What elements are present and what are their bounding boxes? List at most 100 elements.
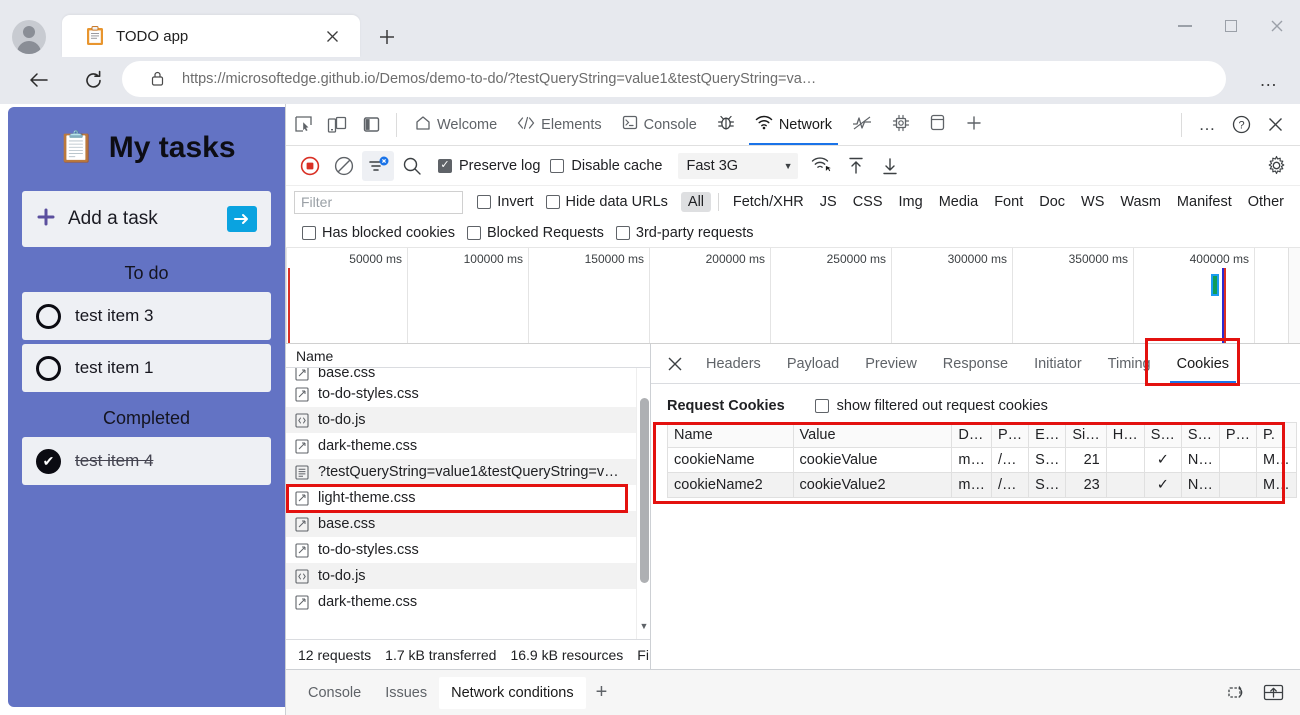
tab-application[interactable] <box>920 104 955 145</box>
table-row[interactable]: cookieName2 cookieValue2 m… /… S… 23 ✓ N… <box>667 472 1297 498</box>
help-icon[interactable]: ? <box>1226 111 1256 139</box>
close-icon[interactable] <box>320 24 344 48</box>
address-bar[interactable]: https://microsoftedge.github.io/Demos/de… <box>122 61 1226 97</box>
tab-performance[interactable] <box>842 104 882 145</box>
col-size[interactable]: Si… <box>1065 422 1107 448</box>
record-stop-icon[interactable] <box>294 151 326 181</box>
filter-type-ws[interactable]: WS <box>1074 192 1111 212</box>
table-row[interactable]: to-do.js <box>286 563 650 589</box>
more-options-icon[interactable]: … <box>1192 111 1222 139</box>
filter-type-fetch-xhr[interactable]: Fetch/XHR <box>726 192 811 212</box>
blocked-requests-checkbox[interactable]: Blocked Requests <box>467 225 604 241</box>
browser-more-icon[interactable]: … <box>1254 68 1284 92</box>
show-filtered-cookies-checkbox[interactable]: show filtered out request cookies <box>814 398 1048 414</box>
drawer-tab-network-conditions[interactable]: Network conditions <box>439 676 586 709</box>
gear-icon[interactable] <box>1260 151 1292 181</box>
reload-icon[interactable] <box>76 63 110 97</box>
table-row[interactable]: base.css <box>286 511 650 537</box>
col-value[interactable]: Value <box>792 422 953 448</box>
restore-drawer-icon[interactable] <box>1224 680 1250 706</box>
filter-type-all[interactable]: All <box>680 192 712 212</box>
search-icon[interactable] <box>396 151 428 181</box>
filter-type-manifest[interactable]: Manifest <box>1170 192 1239 212</box>
minimize-icon[interactable] <box>1162 9 1208 43</box>
maximize-icon[interactable] <box>1208 9 1254 43</box>
close-window-icon[interactable] <box>1254 9 1300 43</box>
overview-scrollbar[interactable] <box>1288 248 1300 343</box>
table-row[interactable]: dark-theme.css <box>286 589 650 615</box>
device-toolbar-icon[interactable] <box>322 111 352 139</box>
table-row-selected[interactable]: ?testQueryString=value1&testQueryString=… <box>286 459 650 485</box>
network-overview-timeline[interactable]: 50000 ms 100000 ms 150000 ms 200000 ms 2… <box>286 248 1300 344</box>
scrollbar-thumb[interactable] <box>640 398 649 583</box>
tab-memory[interactable] <box>882 104 920 145</box>
table-row[interactable]: to-do.js <box>286 407 650 433</box>
has-blocked-cookies-checkbox[interactable]: Has blocked cookies <box>302 225 455 241</box>
drawer-tab-issues[interactable]: Issues <box>373 677 439 709</box>
dock-side-icon[interactable] <box>356 111 386 139</box>
request-cookies-table[interactable]: Name Value D… P… E… Si… H… S… S… P… P. c… <box>667 422 1297 498</box>
task-checkbox-icon[interactable] <box>36 303 61 329</box>
scroll-down-icon[interactable]: ▼ <box>637 619 650 633</box>
table-row[interactable]: base.css <box>286 368 650 381</box>
add-panel-button[interactable] <box>955 104 993 145</box>
col-priority[interactable]: P. <box>1256 422 1297 448</box>
filter-icon[interactable] <box>362 150 394 181</box>
upload-har-icon[interactable] <box>840 151 872 181</box>
col-expires[interactable]: E… <box>1028 422 1067 448</box>
submit-task-icon[interactable] <box>227 206 257 232</box>
filter-type-other[interactable]: Other <box>1241 192 1291 212</box>
network-conditions-icon[interactable] <box>806 151 838 181</box>
col-samesite[interactable]: S… <box>1180 422 1220 448</box>
table-row[interactable]: to-do-styles.css <box>286 381 650 407</box>
drawer-add-tab-icon[interactable]: + <box>596 681 608 704</box>
tab-initiator[interactable]: Initiator <box>1021 344 1095 383</box>
table-row[interactable]: cookieName cookieValue m… /… S… 21 ✓ N… <box>667 447 1297 473</box>
table-row[interactable]: light-theme.css <box>286 485 650 511</box>
filter-type-css[interactable]: CSS <box>846 192 890 212</box>
tab-headers[interactable]: Headers <box>693 344 774 383</box>
add-task-input[interactable]: Add a task <box>22 191 271 247</box>
list-item[interactable]: test item 3 <box>22 292 271 340</box>
clear-network-icon[interactable] <box>328 151 360 181</box>
tab-timing[interactable]: Timing <box>1095 344 1164 383</box>
list-item[interactable]: test item 1 <box>22 344 271 392</box>
scroll-up-icon[interactable]: ▲ <box>637 368 650 370</box>
tab-elements[interactable]: Elements <box>507 104 611 145</box>
tab-welcome[interactable]: Welcome <box>405 104 507 145</box>
filter-type-img[interactable]: Img <box>892 192 930 212</box>
col-partition-key[interactable]: P… <box>1218 422 1258 448</box>
hide-data-urls-checkbox[interactable]: Hide data URLs <box>545 194 668 210</box>
filter-input[interactable]: Filter <box>294 190 464 214</box>
col-secure[interactable]: S… <box>1143 422 1182 448</box>
col-httponly[interactable]: H… <box>1105 422 1145 448</box>
disable-cache-checkbox[interactable]: Disable cache <box>550 158 662 174</box>
filter-type-doc[interactable]: Doc <box>1032 192 1072 212</box>
close-devtools-icon[interactable] <box>1260 111 1290 139</box>
request-column-header[interactable]: Name <box>286 344 650 368</box>
new-tab-button[interactable] <box>372 22 402 52</box>
download-har-icon[interactable] <box>874 151 906 181</box>
col-domain[interactable]: D… <box>951 422 992 448</box>
task-checkbox-icon[interactable] <box>36 355 61 381</box>
list-item[interactable]: ✔ test item 4 <box>22 437 271 485</box>
task-checkbox-checked-icon[interactable]: ✔ <box>36 448 61 474</box>
filter-type-media[interactable]: Media <box>932 192 986 212</box>
col-name[interactable]: Name <box>667 422 794 448</box>
close-detail-icon[interactable] <box>655 344 693 383</box>
tab-payload[interactable]: Payload <box>774 344 852 383</box>
request-list[interactable]: base.css to-do-styles.css to-do.js dark-… <box>286 368 650 639</box>
table-row[interactable]: to-do-styles.css <box>286 537 650 563</box>
tab-response[interactable]: Response <box>930 344 1021 383</box>
inspect-element-icon[interactable] <box>288 111 318 139</box>
drawer-tab-console[interactable]: Console <box>296 677 373 709</box>
invert-checkbox[interactable]: Invert <box>477 194 534 210</box>
profile-avatar[interactable] <box>12 20 46 54</box>
throttling-select[interactable]: Fast 3G ▼ <box>678 152 799 179</box>
col-path[interactable]: P… <box>990 422 1030 448</box>
tab-network[interactable]: Network <box>745 104 842 145</box>
filter-type-js[interactable]: JS <box>813 192 844 212</box>
browser-tab[interactable]: TODO app <box>62 15 360 57</box>
tab-cookies[interactable]: Cookies <box>1164 344 1242 383</box>
tab-console[interactable]: Console <box>612 104 707 145</box>
